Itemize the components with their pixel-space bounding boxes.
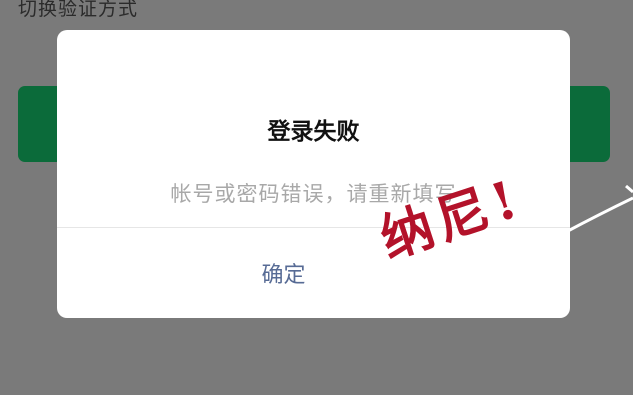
switch-verification-link[interactable]: 切换验证方式 — [18, 0, 138, 21]
dialog-message: 帐号或密码错误，请重新填写 — [170, 182, 457, 206]
login-failed-dialog: 登录失败 帐号或密码错误，请重新填写 确定 — [57, 30, 570, 318]
dialog-title: 登录失败 — [267, 119, 360, 145]
pointer-line — [565, 196, 633, 234]
confirm-button[interactable]: 确定 — [57, 228, 570, 318]
confirm-button-label: 确定 — [261, 263, 306, 288]
pointer-line-tip — [625, 184, 633, 194]
